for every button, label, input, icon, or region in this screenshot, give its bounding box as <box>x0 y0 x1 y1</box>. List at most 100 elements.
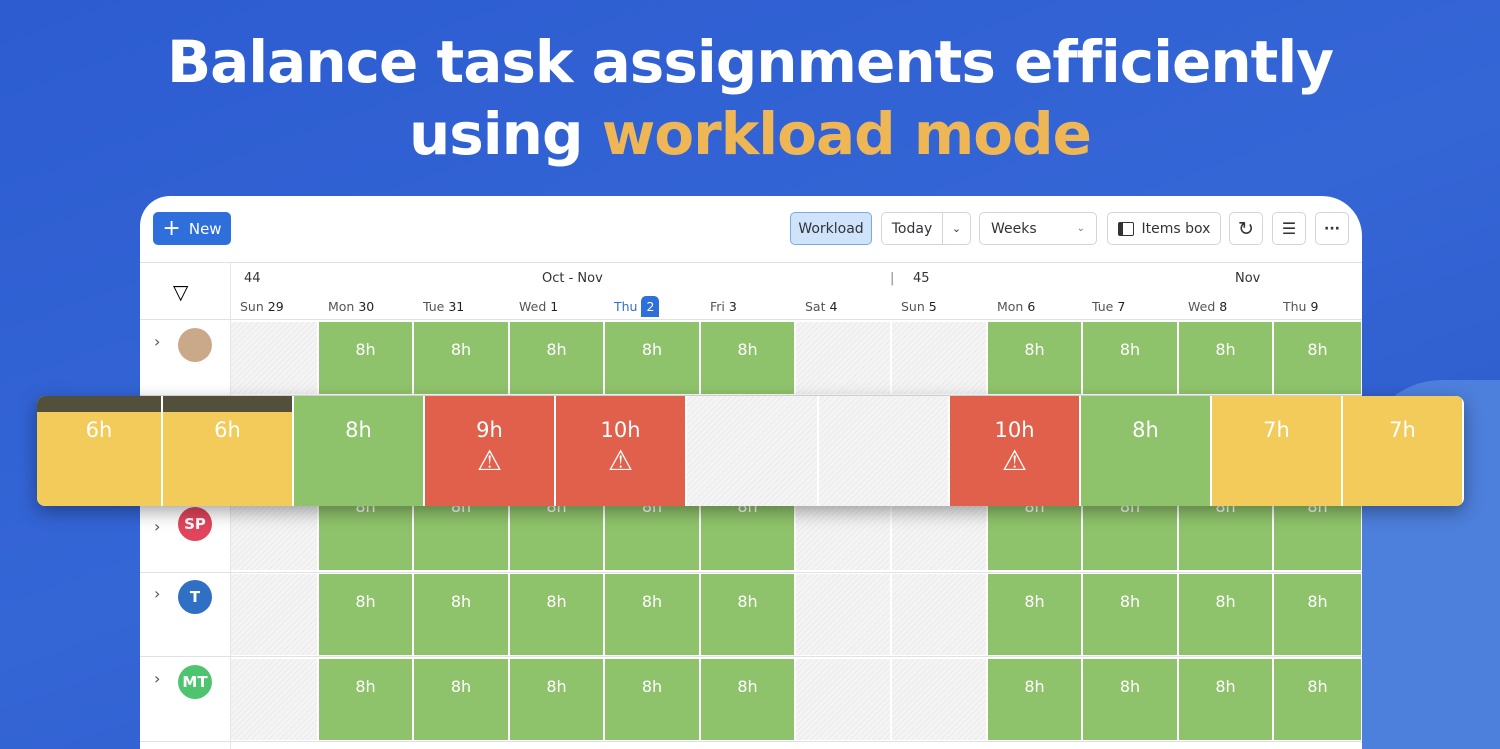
headline-line1: Balance task assignments efficiently <box>166 28 1334 96</box>
workload-cell[interactable]: 8h <box>510 574 603 655</box>
empty-day-cell <box>231 659 317 740</box>
workload-cell[interactable]: 8h <box>510 322 603 394</box>
day-header: Thu 9 <box>1283 299 1318 314</box>
workload-cell[interactable]: 8h <box>1083 659 1177 740</box>
workload-cell-full[interactable]: 8h <box>294 396 423 506</box>
week-divider: | <box>890 271 895 286</box>
workload-cell[interactable]: 8h <box>510 495 603 570</box>
empty-day-cell <box>892 574 986 655</box>
empty-day-cell <box>796 659 890 740</box>
workload-cell[interactable]: 8h <box>319 495 412 570</box>
day-of-week: Tue <box>423 299 445 314</box>
day-of-week: Sun <box>240 299 264 314</box>
workload-cell[interactable]: 8h <box>701 322 794 394</box>
workload-cell[interactable]: 8h <box>605 659 699 740</box>
empty-day-cell <box>892 322 986 394</box>
hours-value: 6h <box>85 418 113 442</box>
workload-cell-under[interactable]: 6h <box>37 396 161 506</box>
items-box-button[interactable]: Items box <box>1107 212 1221 245</box>
weeks-select[interactable]: Weeks ⌄ <box>979 212 1097 245</box>
workload-cell[interactable]: 8h <box>1179 574 1272 655</box>
more-button[interactable]: ··· <box>1315 212 1349 245</box>
filter-icon[interactable]: ▽ <box>173 280 188 304</box>
workload-cell[interactable]: 8h <box>319 322 412 394</box>
day-of-week: Thu <box>1283 299 1307 314</box>
avatar: T <box>178 580 212 614</box>
workload-cell[interactable]: 8h <box>1274 574 1361 655</box>
workload-cell-over[interactable]: 10h ⚠ <box>950 396 1079 506</box>
empty-day-cell <box>892 659 986 740</box>
day-number: 9 <box>1310 299 1319 314</box>
month-label: Oct - Nov <box>542 271 603 286</box>
hours-value: 9h <box>476 418 503 442</box>
workload-cell[interactable]: 8h <box>1179 322 1272 394</box>
workload-cell[interactable]: 8h <box>1274 322 1361 394</box>
workload-cell[interactable]: 8h <box>319 659 412 740</box>
empty-day-cell <box>892 495 986 570</box>
workload-cell[interactable]: 8h <box>1179 659 1272 740</box>
expand-chevron-icon[interactable]: › <box>154 584 160 603</box>
workload-cell[interactable]: 8h <box>988 322 1081 394</box>
today-button[interactable]: Today <box>881 212 943 245</box>
workload-cell[interactable]: 8h <box>988 574 1081 655</box>
hours-value: 7h <box>1389 418 1416 442</box>
workload-cell[interactable]: 8h <box>701 574 794 655</box>
workload-cell[interactable]: 8h <box>414 659 508 740</box>
workload-cell-over[interactable]: 10h ⚠ <box>556 396 685 506</box>
workload-cell[interactable]: 8h <box>1083 322 1177 394</box>
row-divider <box>140 741 1362 742</box>
workload-cell[interactable]: 8h <box>414 574 508 655</box>
day-header: Sun 29 <box>240 299 284 314</box>
day-number: 30 <box>358 299 375 314</box>
workload-cell[interactable]: 8h <box>1083 574 1177 655</box>
empty-day-cell <box>231 495 317 570</box>
workload-cell[interactable]: 8h <box>605 495 699 570</box>
workload-cell[interactable]: 8h <box>319 574 412 655</box>
settings-button[interactable]: ☰ <box>1272 212 1306 245</box>
expand-chevron-icon[interactable]: › <box>154 517 160 536</box>
capacity-bar <box>163 396 292 412</box>
workload-cell[interactable]: 8h <box>1274 659 1361 740</box>
workload-cell[interactable]: 8h <box>1083 495 1177 570</box>
workload-cell-under[interactable]: 6h <box>163 396 292 506</box>
day-number: 5 <box>928 299 937 314</box>
headline-plain: using <box>408 100 602 168</box>
today-dropdown[interactable]: ⌄ <box>942 212 971 245</box>
workload-cell[interactable]: 8h <box>988 495 1081 570</box>
workload-cell[interactable]: 8h <box>1179 495 1272 570</box>
headline-accent: workload mode <box>601 100 1092 168</box>
row-divider <box>140 656 1362 657</box>
workload-cell[interactable]: 8h <box>414 495 508 570</box>
workload-cell[interactable]: 8h <box>605 322 699 394</box>
workload-cell[interactable]: 8h <box>510 659 603 740</box>
plus-icon: + <box>162 215 181 241</box>
workload-cell-under[interactable]: 7h <box>1212 396 1341 506</box>
workload-cell[interactable]: 8h <box>605 574 699 655</box>
day-header: Wed 1 <box>519 299 558 314</box>
new-button[interactable]: + New <box>153 212 231 245</box>
day-number: 3 <box>728 299 737 314</box>
refresh-button[interactable]: ↻ <box>1229 212 1263 245</box>
day-number: 6 <box>1027 299 1036 314</box>
workload-cell-over[interactable]: 9h ⚠ <box>425 396 554 506</box>
workload-cell[interactable]: 8h <box>414 322 508 394</box>
workload-cell[interactable]: 8h <box>701 495 794 570</box>
hours-value: 7h <box>1263 418 1290 442</box>
capacity-bar <box>37 396 161 412</box>
workload-toggle[interactable]: Workload <box>790 212 872 245</box>
expand-chevron-icon[interactable]: › <box>154 332 160 351</box>
empty-day-cell <box>687 396 817 506</box>
workload-cell-under[interactable]: 7h <box>1343 396 1462 506</box>
day-of-week: Mon <box>997 299 1024 314</box>
workload-cell[interactable]: 8h <box>701 659 794 740</box>
workload-cell-full[interactable]: 8h <box>1081 396 1210 506</box>
workload-cell[interactable]: 8h <box>1274 495 1361 570</box>
warning-icon: ⚠ <box>607 444 634 477</box>
workload-cell[interactable]: 8h <box>988 659 1081 740</box>
day-of-week: Sat <box>805 299 826 314</box>
warning-icon: ⚠ <box>476 444 503 477</box>
expand-chevron-icon[interactable]: › <box>154 669 160 688</box>
day-header: Fri 3 <box>710 299 737 314</box>
hours-value: 10h <box>600 418 641 442</box>
empty-day-cell <box>796 574 890 655</box>
